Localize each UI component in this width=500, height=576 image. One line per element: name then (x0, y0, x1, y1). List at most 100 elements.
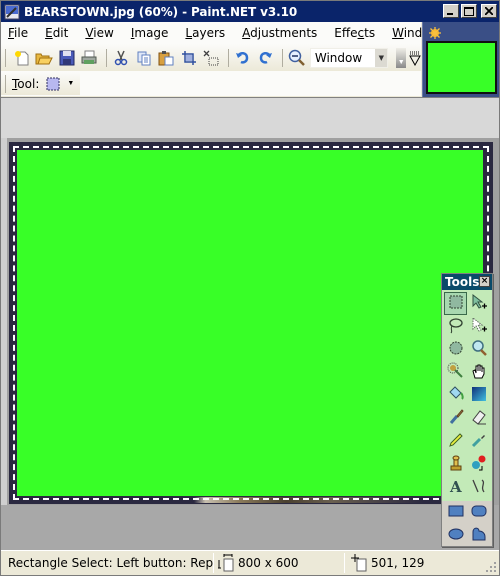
tool-color-picker[interactable] (467, 430, 490, 453)
crop-icon[interactable] (179, 48, 199, 68)
tools-panel-close-button[interactable]: × (479, 276, 490, 287)
toolbar-separator (106, 48, 108, 67)
menu-effects[interactable]: Effects (327, 26, 382, 40)
image-thumbnail[interactable] (426, 41, 497, 94)
toolbar-grip[interactable] (5, 48, 8, 67)
status-hint: Rectangle Select: Left button: Replace. … (8, 556, 213, 570)
recolor-icon (470, 454, 488, 475)
clone-stamp-icon (447, 454, 465, 475)
tool-line-curve[interactable] (467, 476, 490, 499)
svg-text:A: A (449, 478, 462, 495)
workspace-background (1, 505, 499, 551)
tool-magic-wand[interactable] (444, 361, 467, 384)
tool-zoom[interactable] (467, 338, 490, 361)
tools-panel-titlebar[interactable]: Tools × (442, 274, 492, 290)
resize-grip-icon[interactable] (485, 561, 497, 573)
toolbar-grip[interactable] (5, 74, 8, 93)
minimize-button[interactable] (443, 4, 459, 18)
image-thumbnail-panel (422, 22, 499, 97)
zoom-combo[interactable]: Window ▼ (309, 47, 389, 68)
tool-rectangle-select[interactable] (444, 292, 467, 315)
tool-lasso-select[interactable] (444, 315, 467, 338)
tool-freeform-shape[interactable] (467, 524, 490, 547)
menu-adjustments[interactable]: Adjustments (235, 26, 324, 40)
cursor-position-value: 501, 129 (371, 556, 425, 570)
rectangle-select-icon (447, 293, 465, 314)
rounded-rectangle-icon (470, 502, 488, 523)
tool-move-selection[interactable] (467, 315, 490, 338)
menu-view[interactable]: View (78, 26, 120, 40)
copy-icon[interactable] (134, 48, 154, 68)
zoom-value: Window (314, 50, 363, 65)
selection-marquee[interactable] (13, 146, 489, 500)
window-title: BEARSTOWN.jpg (60%) - Paint.NET v3.10 (24, 4, 298, 19)
image-canvas[interactable] (9, 142, 493, 504)
undo-icon[interactable] (233, 48, 253, 68)
unsaved-star-icon (429, 27, 441, 39)
tool-paintbrush[interactable] (444, 407, 467, 430)
tools-panel: Tools × A (441, 273, 493, 547)
zoom-out-icon[interactable] (287, 48, 307, 68)
new-document-icon[interactable] (12, 48, 32, 68)
tools-panel-title: Tools (445, 275, 480, 289)
rectangle-shape-icon (447, 502, 465, 523)
save-disk-icon[interactable] (57, 48, 77, 68)
paintbrush-icon (447, 408, 465, 429)
redo-icon[interactable] (256, 48, 276, 68)
tool-text[interactable]: A (444, 476, 467, 499)
maximize-button[interactable] (461, 4, 477, 18)
tool-move-selected-pixels[interactable] (467, 292, 490, 315)
toolbar-separator (228, 48, 230, 67)
eyedropper-icon (470, 431, 488, 452)
tool-paint-bucket[interactable] (444, 384, 467, 407)
image-size-value: 800 x 600 (238, 556, 299, 570)
tool-eraser[interactable] (467, 407, 490, 430)
tool-rounded-rectangle[interactable] (467, 501, 490, 524)
move-pixels-icon (470, 293, 488, 314)
paintnet-app-icon (4, 4, 20, 20)
eraser-icon (470, 408, 488, 429)
ellipse-select-icon (447, 339, 465, 360)
tool-pan[interactable] (467, 361, 490, 384)
workspace-background (1, 138, 7, 505)
gradient-icon (470, 385, 488, 406)
menu-bar: File Edit View Image Layers Adjustments Effect… (1, 22, 439, 44)
title-bar[interactable]: BEARSTOWN.jpg (60%) - Paint.NET v3.10 (1, 1, 499, 22)
tool-recolor[interactable] (467, 453, 490, 476)
menu-edit[interactable]: Edit (38, 26, 75, 40)
menu-file[interactable]: File (1, 26, 35, 40)
paintnet-window: BEARSTOWN.jpg (60%) - Paint.NET v3.10 Fi… (0, 0, 500, 576)
toolbar-overflow-button[interactable]: ▼ (396, 47, 407, 68)
tools-grid: A (442, 290, 492, 501)
magic-wand-icon (447, 362, 465, 383)
menu-image[interactable]: Image (124, 26, 176, 40)
tool-options-toolbar: Tool: ▼ (1, 71, 421, 96)
workspace-background (1, 98, 499, 138)
deselect-icon[interactable] (202, 48, 222, 68)
cursor-position-icon (351, 554, 367, 572)
shape-tools-grid (442, 501, 492, 547)
status-bar: Rectangle Select: Left button: Replace. … (1, 550, 499, 575)
pencil-icon (447, 431, 465, 452)
tool-rectangle[interactable] (444, 501, 467, 524)
tool-gradient[interactable] (467, 384, 490, 407)
tool-clone-stamp[interactable] (444, 453, 467, 476)
move-selection-icon (470, 316, 488, 337)
paste-icon[interactable] (156, 48, 176, 68)
units-dropdown-icon[interactable] (409, 50, 421, 66)
canvas-workspace (1, 97, 499, 551)
tool-ellipse-select[interactable] (444, 338, 467, 361)
main-toolbar: Window ▼ ▼ (1, 44, 421, 71)
chevron-down-icon[interactable]: ▼ (375, 48, 388, 67)
printer-icon[interactable] (80, 48, 100, 68)
rectangle-select-icon[interactable] (43, 74, 63, 94)
tool-label: Tool: (12, 76, 40, 91)
tool-ellipse[interactable] (444, 524, 467, 547)
tool-pencil[interactable] (444, 430, 467, 453)
scissors-icon[interactable] (111, 48, 131, 68)
open-folder-icon[interactable] (35, 48, 55, 68)
toolbar-separator (282, 48, 284, 67)
tool-dropdown-chevron-icon[interactable]: ▼ (67, 80, 74, 87)
close-button[interactable] (481, 4, 497, 18)
menu-layers[interactable]: Layers (178, 26, 232, 40)
